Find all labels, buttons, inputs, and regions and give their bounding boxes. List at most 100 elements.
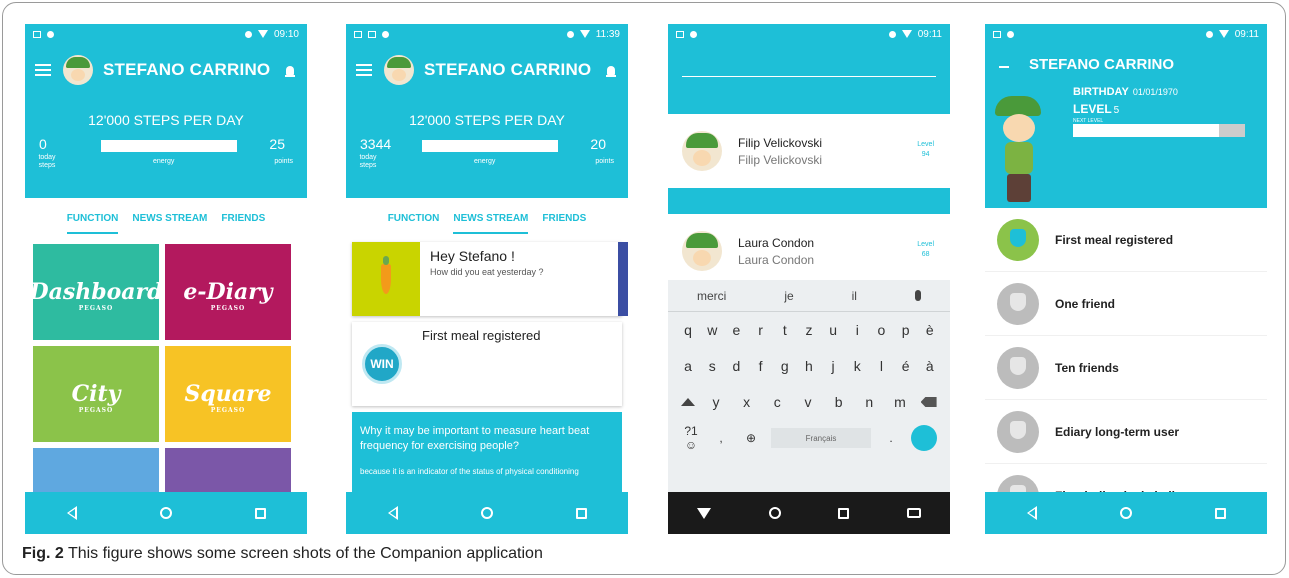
achievement-title: First meal registered: [422, 328, 541, 343]
key[interactable]: v: [798, 394, 818, 410]
home-icon[interactable]: [159, 507, 172, 519]
level-label: Level: [917, 241, 934, 248]
tab-news-stream[interactable]: NEWS STREAM: [132, 213, 207, 224]
image-icon: [993, 30, 1001, 38]
back-icon[interactable]: [66, 506, 77, 520]
mail-icon: [368, 30, 376, 38]
news-card-achievement[interactable]: WIN First meal registered: [352, 322, 622, 406]
key[interactable]: w: [702, 322, 722, 338]
tab-function[interactable]: FUNCTION: [66, 213, 119, 234]
key[interactable]: é: [896, 358, 916, 374]
comma-key[interactable]: ,: [711, 431, 731, 445]
key[interactable]: z: [799, 322, 819, 338]
city-tile[interactable]: City PEGASO: [33, 346, 159, 442]
greeting-question: How did you eat yesterday ?: [430, 267, 544, 277]
key[interactable]: p: [896, 322, 916, 338]
achievement-item[interactable]: Ten friends: [985, 336, 1267, 400]
home-icon[interactable]: [480, 507, 493, 519]
ediary-tile[interactable]: e-Diary PEGASO: [165, 244, 291, 340]
status-bar: 11:39: [346, 24, 628, 44]
home-icon[interactable]: [768, 507, 781, 519]
key[interactable]: j: [823, 358, 843, 374]
character-avatar: [993, 96, 1043, 204]
dashboard-tile[interactable]: Dashboard PEGASO: [30, 244, 163, 340]
key[interactable]: s: [702, 358, 722, 374]
recent-apps-icon[interactable]: [1214, 507, 1226, 519]
news-card-greeting[interactable]: Hey Stefano ! How did you eat yesterday …: [352, 242, 628, 316]
key[interactable]: d: [726, 358, 746, 374]
avatar[interactable]: [63, 55, 93, 85]
key[interactable]: m: [890, 394, 910, 410]
achievement-item[interactable]: First meal registered: [985, 208, 1267, 272]
menu-icon[interactable]: [35, 64, 51, 76]
key[interactable]: o: [871, 322, 891, 338]
achievement-name: Ediary long-term user: [1055, 424, 1180, 439]
key[interactable]: b: [829, 394, 849, 410]
mic-icon[interactable]: [914, 290, 921, 301]
key[interactable]: à: [920, 358, 940, 374]
key[interactable]: è: [920, 322, 940, 338]
globe-icon[interactable]: ⊕: [741, 431, 761, 445]
next-card-peek[interactable]: [618, 242, 628, 316]
recent-apps-icon[interactable]: [254, 507, 266, 519]
back-icon[interactable]: [1026, 506, 1037, 520]
hide-keyboard-icon[interactable]: [696, 507, 711, 519]
key[interactable]: a: [678, 358, 698, 374]
achievement-item[interactable]: Ediary long-term user: [985, 400, 1267, 464]
recent-apps-icon[interactable]: [575, 507, 587, 519]
points-value: 20: [590, 136, 606, 152]
avatar: [682, 231, 722, 271]
period-key[interactable]: .: [881, 431, 901, 445]
key[interactable]: l: [871, 358, 891, 374]
key[interactable]: e: [726, 322, 746, 338]
key[interactable]: y: [706, 394, 726, 410]
key[interactable]: i: [847, 322, 867, 338]
key[interactable]: c: [767, 394, 787, 410]
key[interactable]: q: [678, 322, 698, 338]
back-arrow-icon[interactable]: [999, 66, 1009, 68]
recent-apps-icon[interactable]: [838, 507, 850, 519]
wifi-icon: [579, 30, 590, 38]
level-value: 94: [921, 151, 930, 158]
menu-icon[interactable]: [356, 64, 372, 76]
key[interactable]: h: [799, 358, 819, 374]
suggestion[interactable]: merci: [697, 289, 726, 303]
suggestion[interactable]: il: [852, 289, 857, 303]
sync-icon: [888, 30, 896, 38]
key[interactable]: r: [751, 322, 771, 338]
tab-function[interactable]: FUNCTION: [388, 213, 440, 224]
tab-friends[interactable]: FRIENDS: [221, 213, 265, 224]
friend-name: Filip Velickovski: [738, 135, 823, 150]
key[interactable]: x: [737, 394, 757, 410]
key-row-1: q w e r t z u i o p è: [668, 312, 950, 348]
backspace-icon[interactable]: [920, 397, 937, 407]
shift-icon[interactable]: [681, 398, 696, 406]
symbols-key[interactable]: ?1☺: [681, 424, 701, 452]
search-underline[interactable]: [682, 76, 936, 77]
suggestion[interactable]: je: [784, 289, 793, 303]
birthday-value: 01/01/1970: [1132, 87, 1178, 97]
key[interactable]: f: [751, 358, 771, 374]
avatar[interactable]: [384, 55, 414, 85]
key[interactable]: t: [775, 322, 795, 338]
space-bar[interactable]: Français: [771, 428, 871, 448]
key[interactable]: k: [847, 358, 867, 374]
key[interactable]: u: [823, 322, 843, 338]
bell-icon[interactable]: [606, 64, 616, 78]
achievement-item[interactable]: One friend: [985, 272, 1267, 336]
square-tile[interactable]: Square PEGASO: [165, 346, 291, 442]
friend-row[interactable]: Filip Velickovski Filip Velickovski Leve…: [668, 114, 950, 188]
status-bar: 09:11: [668, 24, 950, 44]
friend-row[interactable]: Laura Condon Laura Condon Level 68: [668, 214, 950, 288]
bell-icon[interactable]: [285, 64, 295, 78]
keyboard-icon[interactable]: [907, 508, 922, 518]
birthday: BIRTHDAY 01/01/1970: [1073, 86, 1178, 98]
key[interactable]: n: [859, 394, 879, 410]
tab-news-stream[interactable]: NEWS STREAM: [453, 213, 529, 234]
key[interactable]: g: [775, 358, 795, 374]
enter-icon[interactable]: [911, 425, 937, 451]
back-icon[interactable]: [387, 506, 398, 520]
tab-friends[interactable]: FRIENDS: [542, 213, 586, 224]
trophy-icon: [997, 410, 1039, 453]
home-icon[interactable]: [1119, 507, 1132, 519]
